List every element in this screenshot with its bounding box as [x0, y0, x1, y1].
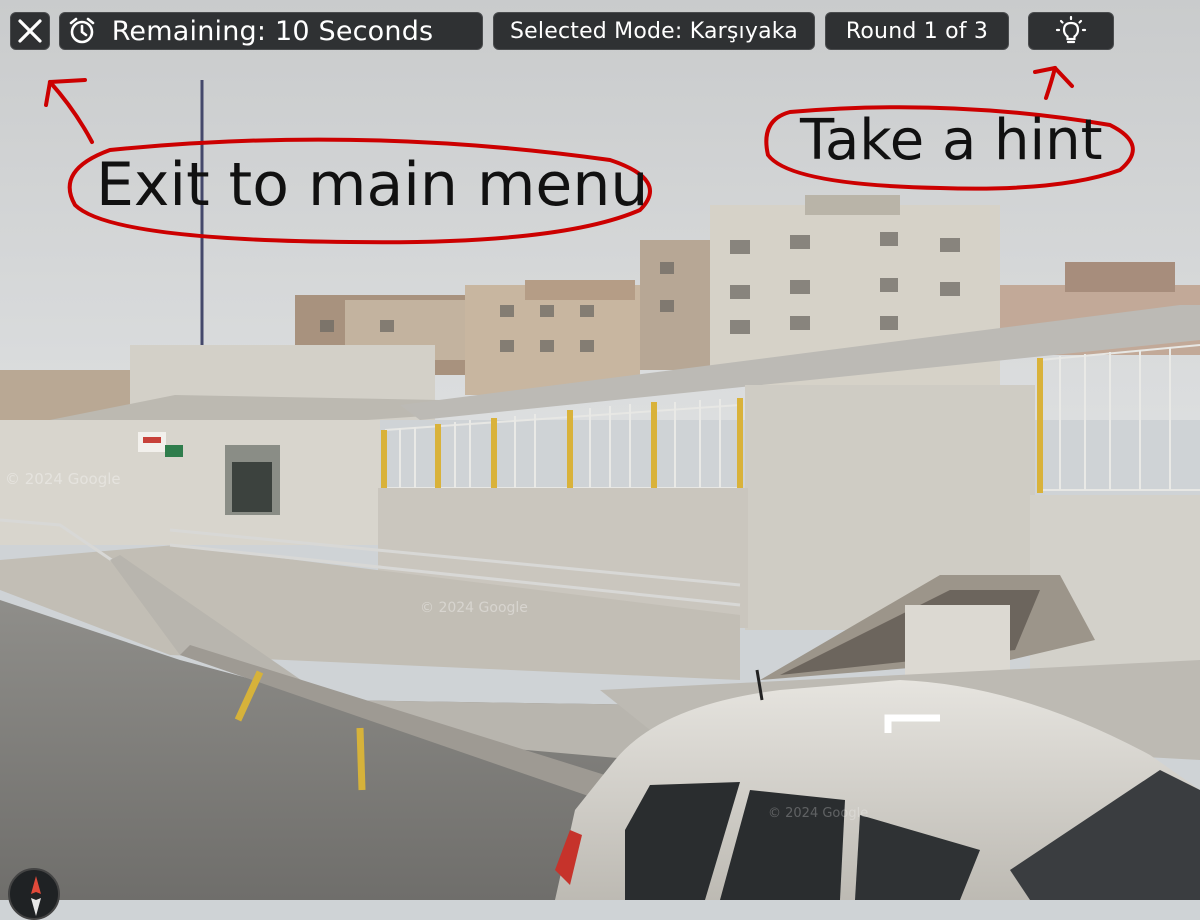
timer-display: Remaining: 10 Seconds: [59, 12, 483, 50]
lightbulb-icon: [1055, 15, 1087, 44]
hint-button[interactable]: [1028, 12, 1114, 50]
hint-annotation-label: Take a hint: [800, 108, 1103, 173]
mode-text: Selected Mode: Karşıyaka: [510, 18, 798, 44]
watermark: © 2024 Google: [5, 470, 121, 488]
round-display: Round 1 of 3: [825, 12, 1009, 50]
watermark: © 2024 Google: [768, 806, 868, 821]
compass-needle: [31, 876, 41, 916]
watermark: © 2024 Google: [420, 600, 528, 616]
alarm-clock-icon: [67, 16, 97, 46]
compass-icon[interactable]: [8, 868, 60, 920]
round-text: Round 1 of 3: [845, 18, 989, 44]
exit-annotation-label: Exit to main menu: [96, 150, 649, 220]
mode-display: Selected Mode: Karşıyaka: [493, 12, 815, 50]
exit-button[interactable]: [10, 12, 50, 50]
close-icon: [18, 19, 42, 43]
timer-text: Remaining: 10 Seconds: [111, 15, 434, 47]
